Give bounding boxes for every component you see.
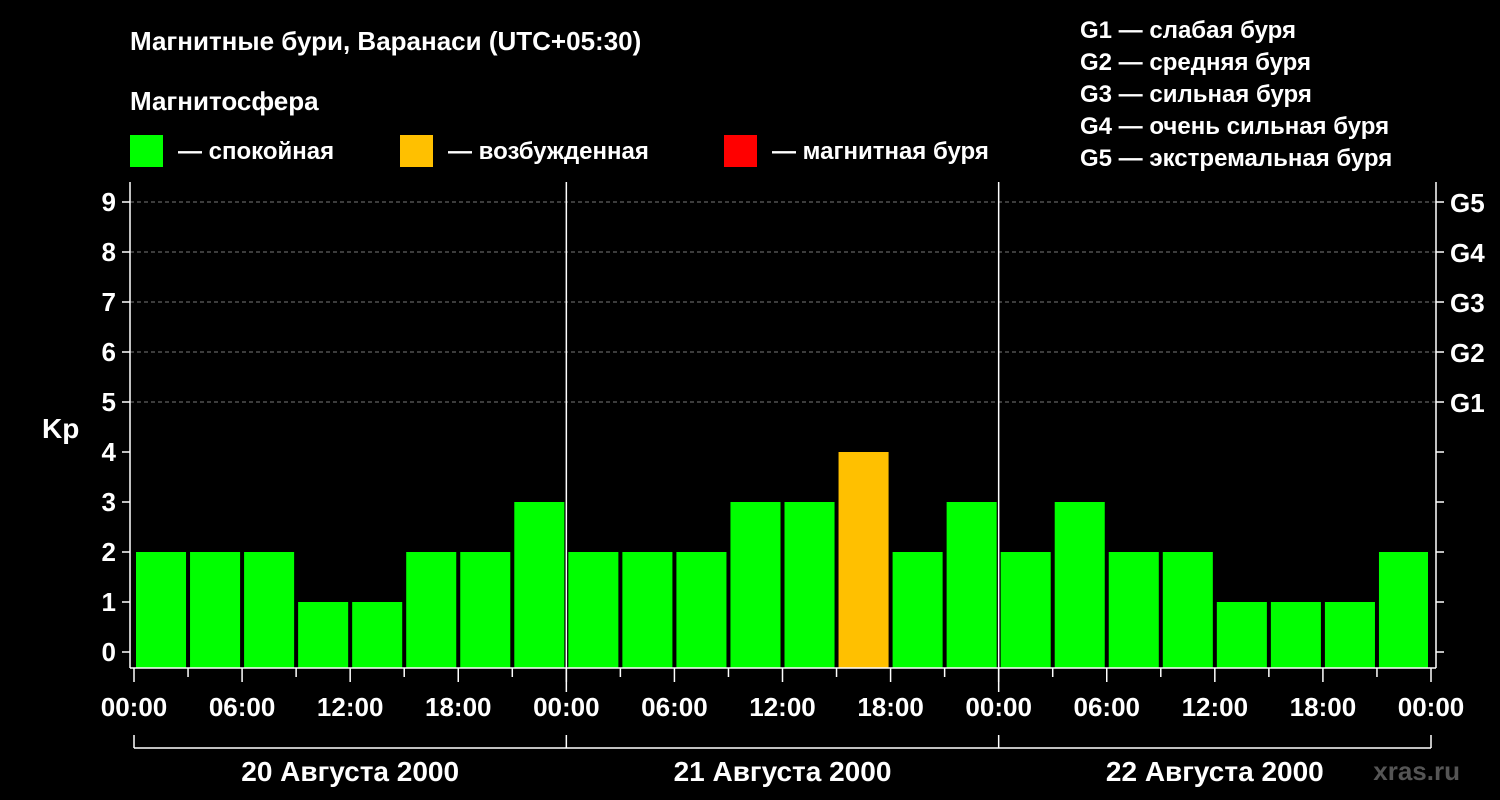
- kp-bar: [1054, 502, 1105, 668]
- y-tick-label: 4: [102, 437, 117, 467]
- kp-bar: [352, 602, 403, 668]
- g-level-label: G4: [1450, 238, 1485, 268]
- magnetosphere-label: Магнитосфера: [130, 86, 319, 116]
- kp-bar: [1162, 552, 1213, 668]
- day-label: 21 Августа 2000: [674, 756, 892, 787]
- x-tick-label: 06:00: [641, 692, 708, 722]
- g-level-label: G3: [1450, 288, 1485, 318]
- kp-bar: [136, 552, 187, 668]
- kp-bar: [244, 552, 295, 668]
- labels-layer: 0 1 2 3 4 5 6 7 8 9 G1 G2 G3 G4 G5 00:00 06:00 12:00 18:00…: [101, 187, 1485, 787]
- kp-bar: [1108, 552, 1159, 668]
- legend-swatch-quiet: [130, 135, 163, 167]
- g3-legend: G3 — сильная буря: [1080, 81, 1312, 108]
- x-tick-label: 12:00: [749, 692, 816, 722]
- x-tick-label: 06:00: [1074, 692, 1141, 722]
- x-tick-label: 06:00: [209, 692, 276, 722]
- x-tick-label: 00:00: [533, 692, 600, 722]
- kp-bar: [1270, 602, 1321, 668]
- kp-bar: [838, 452, 889, 668]
- legend-label-quiet: — спокойная: [178, 138, 334, 165]
- x-tick-label: 00:00: [1398, 692, 1465, 722]
- kp-bar: [622, 552, 673, 668]
- g-level-label: G1: [1450, 388, 1485, 418]
- x-tick-label: 00:00: [965, 692, 1032, 722]
- y-tick-label: 6: [102, 337, 116, 367]
- y-tick-label: 2: [102, 537, 116, 567]
- kp-bar: [460, 552, 511, 668]
- kp-bar: [676, 552, 727, 668]
- y-tick-label: 9: [102, 187, 116, 217]
- x-tick-label: 18:00: [857, 692, 924, 722]
- bars-layer: [136, 452, 1428, 668]
- y-tick-label: 3: [102, 487, 116, 517]
- x-tick-label: 12:00: [1182, 692, 1249, 722]
- legend-swatch-storm: [724, 135, 757, 167]
- kp-bar: [190, 552, 241, 668]
- kp-bar: [568, 552, 619, 668]
- chart-title: Магнитные бури, Варанаси (UTC+05:30): [130, 26, 641, 56]
- watermark: xras.ru: [1373, 756, 1460, 786]
- g1-legend: G1 — слабая буря: [1080, 17, 1296, 44]
- x-tick-label: 18:00: [1290, 692, 1357, 722]
- y-tick-label: 0: [102, 637, 116, 667]
- kp-bar: [1324, 602, 1375, 668]
- y-tick-label: 5: [102, 387, 116, 417]
- g2-legend: G2 — средняя буря: [1080, 49, 1311, 76]
- kp-bar: [784, 502, 835, 668]
- kp-bar: [298, 602, 349, 668]
- kp-bar: [730, 502, 781, 668]
- y-axis-label: Kp: [42, 413, 79, 444]
- x-tick-label: 18:00: [425, 692, 492, 722]
- y-tick-label: 1: [102, 587, 116, 617]
- legend-label-active: — возбужденная: [448, 138, 649, 165]
- grid-layer: [130, 201, 1436, 403]
- kp-bar: [1216, 602, 1267, 668]
- legend-swatch-active: [400, 135, 433, 167]
- g-level-label: G2: [1450, 338, 1485, 368]
- kp-chart: Магнитные бури, Варанаси (UTC+05:30) Маг…: [42, 17, 1485, 787]
- kp-bar: [1378, 552, 1428, 668]
- y-tick-label: 8: [102, 237, 116, 267]
- kp-bar: [514, 502, 565, 668]
- g-level-label: G5: [1450, 188, 1485, 218]
- legend-label-storm: — магнитная буря: [772, 138, 989, 165]
- day-label: 20 Августа 2000: [241, 756, 459, 787]
- x-tick-label: 12:00: [317, 692, 384, 722]
- g4-legend: G4 — очень сильная буря: [1080, 113, 1389, 140]
- day-label: 22 Августа 2000: [1106, 756, 1324, 787]
- kp-bar: [1000, 552, 1051, 668]
- kp-bar: [892, 552, 943, 668]
- kp-bar: [406, 552, 457, 668]
- y-tick-label: 7: [102, 287, 116, 317]
- kp-bar: [946, 502, 997, 668]
- g5-legend: G5 — экстремальная буря: [1080, 145, 1392, 172]
- x-tick-label: 00:00: [101, 692, 168, 722]
